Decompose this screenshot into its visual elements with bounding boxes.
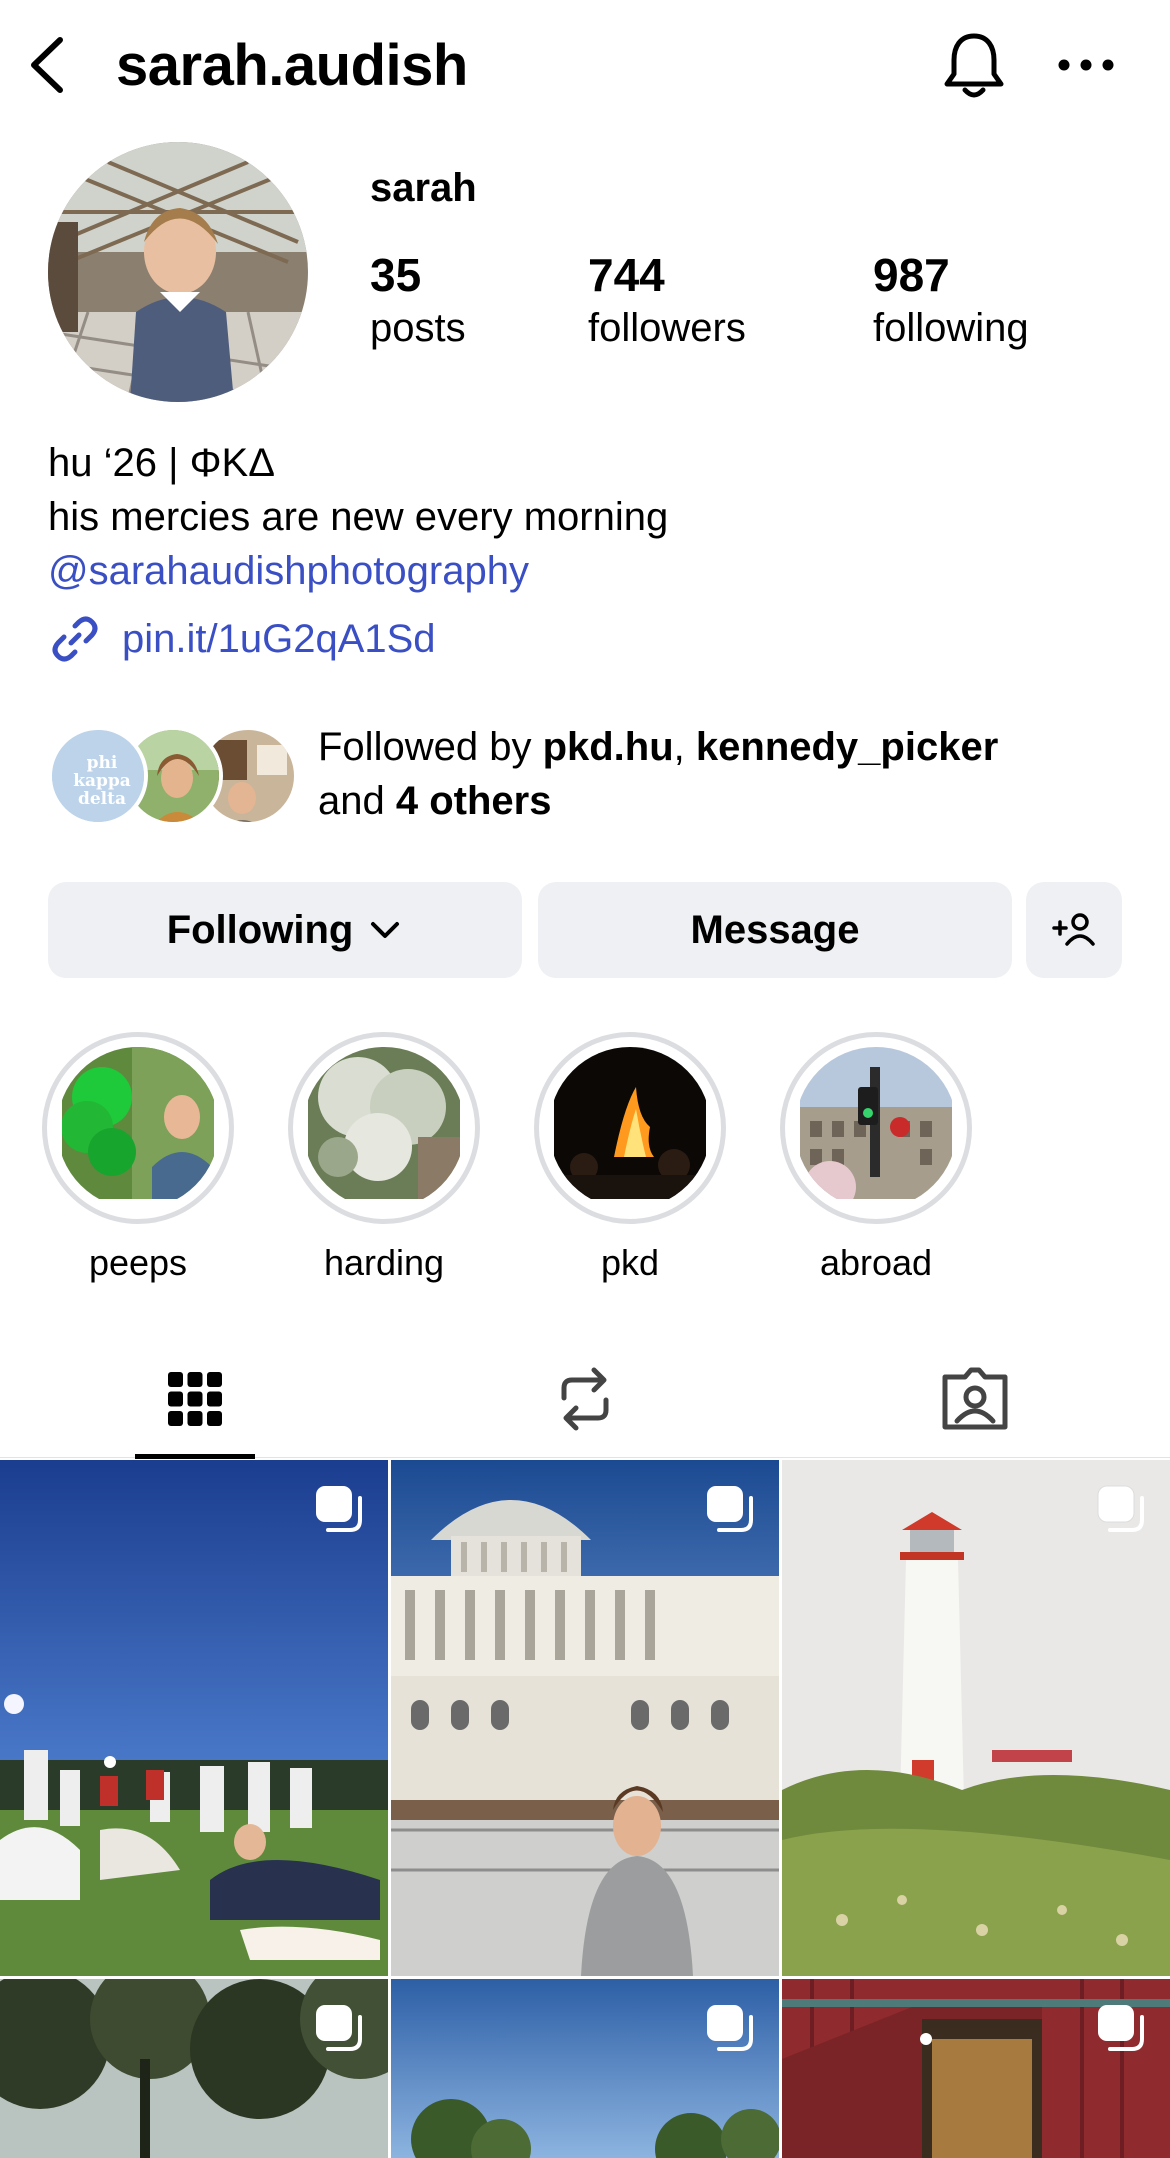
post-thumbnail[interactable] [391,1979,779,2158]
carousel-icon [316,2005,362,2051]
bio-line-quote: his mercies are new every morning [48,495,669,539]
following-button-label: Following [166,907,354,952]
followed-by-others: 4 others [395,779,552,823]
link-text: pin.it/1uG2qA1Sd [122,616,436,661]
highlight-label: harding [323,1242,445,1283]
carousel-icon [1097,1485,1144,1532]
mutual-avatar-pkd: phi kappa delta [48,726,148,826]
carousel-icon [316,1486,362,1532]
link-icon [52,616,98,662]
followed-by-text[interactable]: Followed by pkd.hu, kennedy_picker and 4… [318,720,1118,828]
tagged-icon [942,1367,1008,1430]
following-button[interactable]: Following [48,882,522,978]
following-label: following [873,306,1029,350]
tab-reposts[interactable] [390,1340,780,1458]
active-tab-indicator [135,1454,255,1459]
highlight-ring [42,1032,234,1224]
message-button-label: Message [690,907,860,952]
bio-external-link[interactable]: pin.it/1uG2qA1Sd [48,612,436,666]
chevron-left-icon[interactable] [20,30,80,100]
carousel-icon [707,2005,753,2051]
bio-line-school: hu ‘26 | ΦΚΔ [48,441,275,485]
chevron-down-icon [371,922,400,938]
post-thumbnail[interactable] [0,1979,388,2158]
mutual-followers-avatars[interactable]: phi kappa delta [48,726,298,826]
profile-username: sarah.audish [116,33,468,98]
suggest-users-button[interactable] [1026,882,1122,978]
grid-icon [168,1372,222,1426]
profile-tabs [0,1340,1170,1459]
followed-by-user-2: kennedy_picker [695,725,999,769]
highlight-ring [780,1032,972,1224]
post-thumbnail[interactable] [782,1460,1170,1976]
bio-mention-link[interactable]: @sarahaudishphotography [48,544,668,598]
post-thumbnail[interactable] [782,1979,1170,2158]
profile-header: sarah.audish [0,0,1170,132]
post-thumbnail[interactable] [0,1460,388,1976]
posts-count: 35 [370,249,422,301]
svg-text:phi: phi [87,753,118,773]
posts-stat[interactable]: 35 posts [370,248,466,354]
highlight-abroad[interactable]: abroad [776,1032,976,1284]
following-count: 987 [873,249,950,301]
following-stat[interactable]: 987 following [873,248,1029,354]
highlight-label: peeps [88,1242,188,1283]
tab-tagged[interactable] [780,1340,1170,1458]
svg-text:kappa: kappa [73,771,131,791]
followers-stat[interactable]: 744 followers [588,248,746,354]
highlight-cover [57,1047,219,1209]
highlight-label: pkd [600,1242,660,1283]
add-user-icon [1052,913,1095,946]
highlight-ring [534,1032,726,1224]
highlight-cover [303,1047,465,1209]
followed-by-prefix: Followed by [318,725,543,769]
bell-icon[interactable] [940,30,1008,102]
post-thumbnail[interactable] [391,1460,779,1976]
highlight-pkd[interactable]: pkd [530,1032,730,1284]
highlight-harding[interactable]: harding [284,1032,484,1284]
highlight-ring [288,1032,480,1224]
message-button[interactable]: Message [538,882,1012,978]
tab-posts-grid[interactable] [0,1340,390,1459]
carousel-icon [1098,2005,1144,2051]
followed-by-user-1: pkd.hu [542,725,674,769]
highlight-peeps[interactable]: peeps [38,1032,238,1284]
highlight-cover [549,1047,711,1209]
followers-count: 744 [588,249,665,301]
posts-label: posts [370,306,466,350]
profile-bio: hu ‘26 | ΦΚΔ his mercies are new every m… [48,436,668,598]
more-horizontal-icon[interactable] [1056,52,1116,78]
profile-avatar[interactable] [48,142,308,402]
profile-display-name: sarah [370,166,477,210]
highlight-label: abroad [819,1242,933,1283]
followers-label: followers [588,306,746,350]
followed-by-separator: , [673,725,696,769]
reposts-icon [561,1367,609,1431]
followed-by-and: and [318,779,396,823]
carousel-icon [707,1486,753,1532]
highlight-cover [795,1047,957,1209]
svg-text:delta: delta [78,789,126,809]
